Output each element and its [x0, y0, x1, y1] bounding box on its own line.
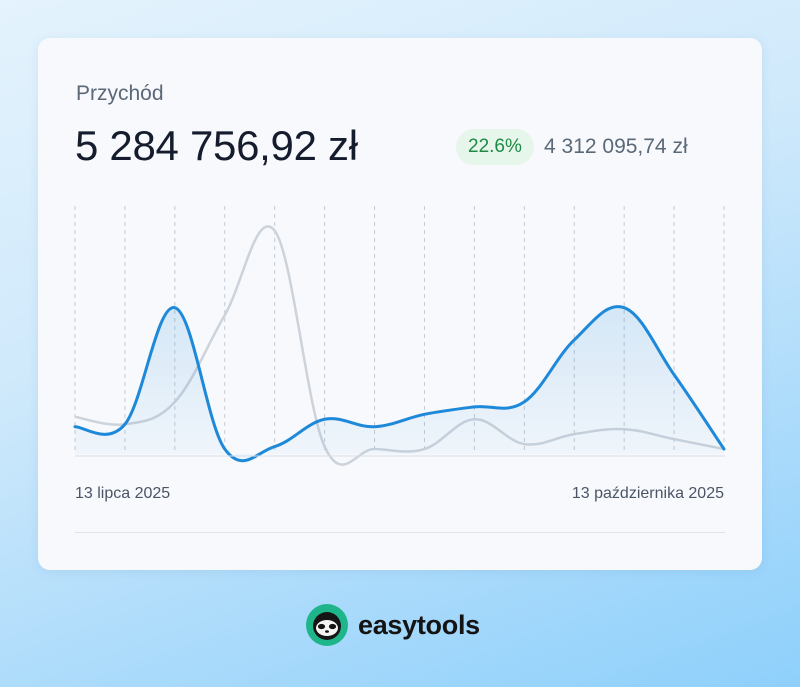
- sloth-logo-icon: [306, 604, 348, 646]
- current-period-area: [75, 306, 724, 461]
- date-range-start: 13 lipca 2025: [75, 485, 171, 502]
- card-divider: [75, 532, 725, 533]
- brand-name: easytools: [358, 609, 480, 640]
- date-range-end: 13 października 2025: [571, 485, 724, 502]
- brand-footer: easytools: [306, 604, 480, 646]
- revenue-card: Przychód 5 284 756,92 zł 22.6% 4 312 095…: [38, 38, 762, 570]
- revenue-chart: [73, 206, 726, 466]
